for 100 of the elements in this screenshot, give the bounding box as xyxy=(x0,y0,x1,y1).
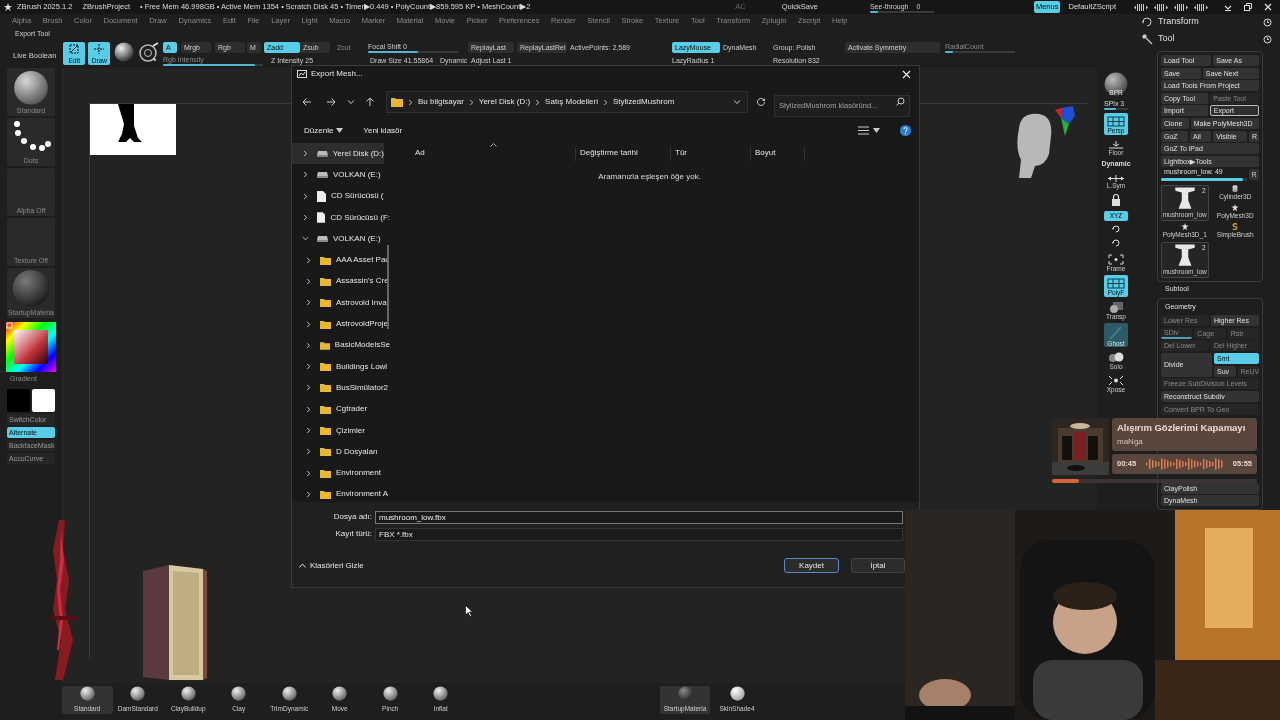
breadcrumb-item[interactable]: Satış Modelleri xyxy=(545,96,598,108)
tree-item[interactable]: BasicModelsSe xyxy=(292,334,390,356)
arrow-right-icon xyxy=(326,97,336,107)
column-header[interactable]: Değiştirme tarihi xyxy=(576,147,671,161)
reset-icon xyxy=(1263,17,1272,27)
folder-icon xyxy=(320,319,331,329)
minimize-icon xyxy=(1224,3,1232,11)
column-header[interactable]: Ad xyxy=(390,147,576,161)
tree-item[interactable]: CD Sürücüsü (F: xyxy=(292,206,390,229)
sphere-icon xyxy=(332,686,348,701)
tree-item[interactable]: AstrovoidProje xyxy=(292,313,390,335)
dots-stroke-icon xyxy=(11,120,51,154)
scrollbar[interactable] xyxy=(387,245,389,329)
tree-item[interactable]: Cgtrader xyxy=(292,398,390,420)
chevron-right-icon xyxy=(305,256,312,264)
spotlight-icon xyxy=(138,42,161,64)
chevron-right-icon xyxy=(302,171,309,179)
spheres-icon xyxy=(1108,351,1124,363)
bars-icon xyxy=(1134,2,1148,12)
bars-icon xyxy=(1174,2,1188,12)
tree-item[interactable]: Yerel Disk (D:) xyxy=(292,143,384,165)
chevron-right-icon xyxy=(305,448,312,456)
file-name-field[interactable]: mushroom_low.fbx xyxy=(375,510,903,524)
cursor-icon xyxy=(465,605,473,617)
tree-item[interactable]: VOLKAN (E:) xyxy=(292,228,390,250)
column-header[interactable]: Tür xyxy=(671,147,751,161)
search-icon xyxy=(896,97,905,106)
folder-icon xyxy=(320,383,331,393)
breadcrumb-item[interactable]: Yerel Disk (D:) xyxy=(478,96,531,108)
tree-item[interactable]: D Dosyaları xyxy=(292,441,390,463)
sphere-icon xyxy=(281,686,297,701)
tree-item[interactable]: CD Sürücüsü ( xyxy=(292,185,390,207)
pencil-icon xyxy=(68,43,81,55)
close-icon xyxy=(1264,3,1272,11)
restore-icon xyxy=(1244,3,1252,11)
panel-title: Transform xyxy=(1158,15,1199,29)
tree-item[interactable]: Çizimler xyxy=(292,419,390,442)
tree-item[interactable]: BusSimülator2 xyxy=(292,377,390,399)
hide-folders-button[interactable]: Klasörleri Gizle xyxy=(299,559,364,572)
secondary-color-swatch[interactable] xyxy=(32,388,55,412)
chevron-right-icon xyxy=(302,192,309,200)
column-header[interactable]: Boyut xyxy=(751,147,805,161)
chevron-right-icon xyxy=(305,320,312,328)
new-folder-button[interactable]: Yeni klasör xyxy=(363,124,403,137)
chevron-down-icon xyxy=(347,98,355,106)
folder-icon xyxy=(320,298,331,308)
view-menu[interactable] xyxy=(858,126,880,135)
main-color-swatch[interactable] xyxy=(7,388,30,412)
breadcrumb-item[interactable]: StylizedMushrom xyxy=(613,96,675,108)
list-view-icon xyxy=(858,126,869,135)
dialog-title: Export Mesh... xyxy=(311,68,363,80)
chevron-right-icon xyxy=(305,384,312,392)
rotate-arrows-icon xyxy=(1141,16,1153,28)
refresh-icon xyxy=(756,97,766,107)
color-picker[interactable] xyxy=(6,322,56,372)
chevron-right-icon xyxy=(407,98,414,106)
panel-title: Tool xyxy=(1158,32,1175,46)
cancel-button[interactable]: İptal xyxy=(851,558,905,573)
folder-icon xyxy=(320,447,331,457)
window-icon xyxy=(297,69,307,79)
chevron-right-icon xyxy=(305,490,312,498)
folder-icon xyxy=(320,489,331,499)
folder-icon xyxy=(320,404,331,414)
file-type-dropdown[interactable]: FBX *.fbx xyxy=(375,527,903,541)
chevron-right-icon xyxy=(305,341,312,349)
breadcrumb-item[interactable]: Bu bilgisayar xyxy=(418,96,464,108)
chevron-right-icon xyxy=(305,277,312,285)
sphere-icon xyxy=(79,686,95,701)
symmetry-arrows-icon xyxy=(1107,174,1125,182)
grid-icon xyxy=(1107,277,1125,289)
tree-item[interactable]: Environment xyxy=(292,462,390,484)
tree-item[interactable]: Environment A xyxy=(292,483,390,506)
drive-icon xyxy=(317,171,328,178)
ghost-icon xyxy=(1108,325,1124,340)
help-icon xyxy=(900,125,911,136)
chevron-down-icon xyxy=(302,235,309,243)
floor-icon xyxy=(1108,141,1124,149)
hammer-icon xyxy=(1141,33,1153,45)
folder-icon xyxy=(319,340,330,350)
field-label: Kayıt türü: xyxy=(334,528,372,540)
sphere-icon xyxy=(1104,72,1128,96)
close-icon xyxy=(902,69,911,79)
sphere-icon xyxy=(433,686,449,701)
tree-item[interactable]: Astrovoid Inva xyxy=(292,292,390,314)
chevron-right-icon xyxy=(305,405,312,413)
drive-icon xyxy=(316,150,328,157)
chevron-up-icon xyxy=(299,563,306,568)
organize-menu[interactable]: Düzenle xyxy=(304,124,344,137)
tree-item[interactable]: Buildings Lowl xyxy=(292,355,390,378)
refresh-button[interactable] xyxy=(754,95,768,109)
confirm-button[interactable]: Kaydet xyxy=(784,558,839,573)
field-label: Dosya adı: xyxy=(332,511,372,523)
sphere-icon xyxy=(231,686,247,701)
drive-icon xyxy=(317,235,328,242)
caret-down-icon xyxy=(336,128,344,133)
chevron-right-icon xyxy=(302,150,309,158)
tree-item[interactable]: VOLKAN (E:) xyxy=(292,164,390,186)
chevron-right-icon xyxy=(305,469,312,477)
arrow-up-icon xyxy=(365,97,375,107)
address-bar[interactable]: Bu bilgisayar Yerel Disk (D:) Satış Modelleri StylizedMushrom xyxy=(386,91,748,113)
